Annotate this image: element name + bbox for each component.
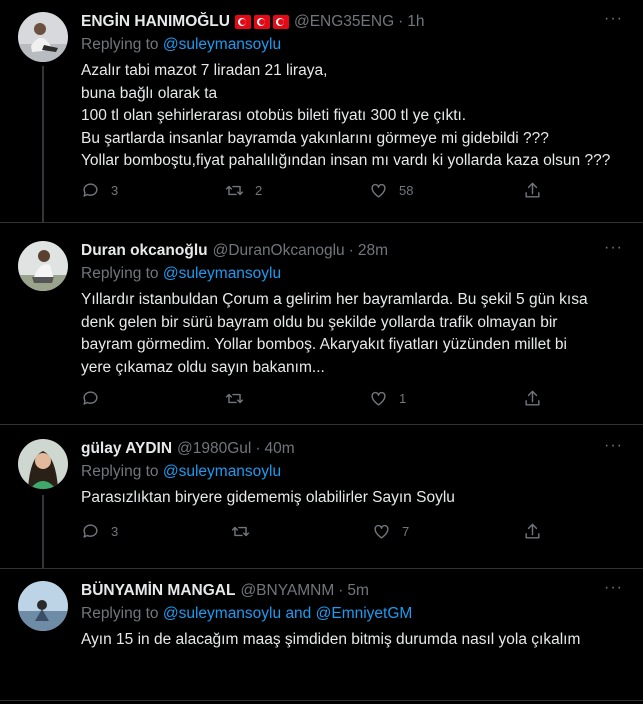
more-icon[interactable]: ··· (604, 239, 623, 257)
reply-count: 3 (111, 183, 119, 198)
retweet-button[interactable] (231, 522, 261, 541)
tweet-text: Azalır tabi mazot 7 liradan 21 liraya, b… (81, 62, 611, 169)
timestamp[interactable]: 1h (407, 13, 424, 31)
flag-emojis (234, 15, 289, 29)
like-icon (372, 522, 391, 541)
mention-link[interactable]: @suleymansoylu (163, 36, 281, 53)
share-icon (523, 522, 542, 541)
mention-link[interactable]: @suleymansoylu (163, 463, 281, 480)
separator-dot: · (255, 440, 261, 457)
author-handle[interactable]: @1980Gul (177, 440, 251, 458)
author-handle[interactable]: @ENG35ENG (294, 13, 394, 31)
author-handle[interactable]: @BNYAMNM (240, 582, 334, 600)
like-icon (369, 181, 388, 200)
replying-to: Replying to @suleymansoylu and @EmniyetG… (81, 605, 413, 622)
author-name[interactable]: gülay AYDIN (81, 440, 172, 458)
retweet-button[interactable] (225, 389, 255, 408)
timestamp[interactable]: 40m (265, 440, 295, 458)
action-bar: 3 7 (81, 522, 643, 542)
like-count: 1 (399, 391, 407, 406)
tweet-text: Yıllardır istanbuldan Çorum a gelirim he… (81, 291, 588, 376)
avatar[interactable] (18, 439, 68, 489)
author-handle[interactable]: @DuranOkcanoglu (213, 242, 345, 260)
tweet-separator (0, 700, 643, 701)
tweet-text: Ayın 15 in de alacağım maaş şimdiden bit… (81, 631, 581, 648)
timestamp[interactable]: 28m (358, 242, 388, 260)
share-icon (523, 389, 542, 408)
turkish-flag-icon (253, 15, 270, 29)
reply-button[interactable]: 3 (81, 522, 118, 541)
retweet-icon (225, 181, 244, 200)
reply-count: 3 (111, 524, 119, 539)
share-button[interactable] (523, 389, 542, 408)
author-name[interactable]: BÜNYAMİN MANGAL (81, 582, 235, 600)
more-icon[interactable]: ··· (604, 10, 623, 28)
share-button[interactable] (523, 522, 542, 541)
reply-button[interactable] (81, 389, 111, 408)
reply-button[interactable]: 3 (81, 181, 118, 200)
mention-link[interactable]: @suleymansoylu (163, 605, 281, 622)
reply-feed: ENGİN HANIMOĞLU @ENG35ENG · 1h ··· Reply… (0, 0, 643, 704)
avatar[interactable] (18, 12, 68, 62)
more-icon[interactable]: ··· (604, 579, 623, 597)
like-button[interactable]: 7 (372, 522, 409, 541)
turkish-flag-icon (272, 15, 289, 29)
avatar[interactable] (18, 241, 68, 291)
replying-to: Replying to @suleymansoylu (81, 36, 282, 53)
turkish-flag-icon (234, 15, 251, 29)
retweet-icon (225, 389, 244, 408)
like-button[interactable]: 58 (369, 181, 413, 200)
like-count: 58 (399, 183, 414, 198)
thread-line (42, 495, 44, 568)
share-button[interactable] (523, 181, 542, 200)
reply-icon (81, 522, 100, 541)
replying-to: Replying to @suleymansoylu (81, 463, 282, 480)
retweet-button[interactable]: 2 (225, 181, 262, 200)
tweet-3[interactable]: gülay AYDIN @1980Gul · 40m ··· Replying … (0, 425, 643, 568)
action-bar: 1 (81, 389, 643, 409)
tweet-2[interactable]: Duran okcanoğlu @DuranOkcanoglu · 28m ··… (0, 223, 643, 424)
tweet-1[interactable]: ENGİN HANIMOĞLU @ENG35ENG · 1h ··· Reply… (0, 0, 643, 222)
mention-link[interactable]: @suleymansoylu (163, 265, 281, 282)
replying-to: Replying to @suleymansoylu (81, 265, 282, 282)
mention-link[interactable]: @EmniyetGM (316, 605, 413, 622)
retweet-count: 2 (255, 183, 263, 198)
share-icon (523, 181, 542, 200)
thread-line (42, 66, 44, 222)
separator-dot: · (338, 582, 344, 599)
author-name[interactable]: ENGİN HANIMOĞLU (81, 13, 230, 31)
like-icon (369, 389, 388, 408)
like-button[interactable]: 1 (369, 389, 406, 408)
reply-icon (81, 181, 100, 200)
reply-icon (81, 389, 100, 408)
avatar[interactable] (18, 581, 68, 631)
timestamp[interactable]: 5m (347, 582, 369, 600)
tweet-4[interactable]: BÜNYAMİN MANGAL @BNYAMNM · 5m ··· Replyi… (0, 569, 643, 704)
like-count: 7 (402, 524, 410, 539)
retweet-icon (231, 522, 250, 541)
separator-dot: · (398, 13, 404, 30)
more-icon[interactable]: ··· (604, 437, 623, 455)
author-name[interactable]: Duran okcanoğlu (81, 242, 208, 260)
action-bar: 3 2 58 (81, 181, 643, 201)
separator-dot: · (348, 242, 354, 259)
tweet-text: Parasızlıktan biryere gidememiş olabilir… (81, 489, 455, 506)
reply-and: and (285, 605, 312, 622)
